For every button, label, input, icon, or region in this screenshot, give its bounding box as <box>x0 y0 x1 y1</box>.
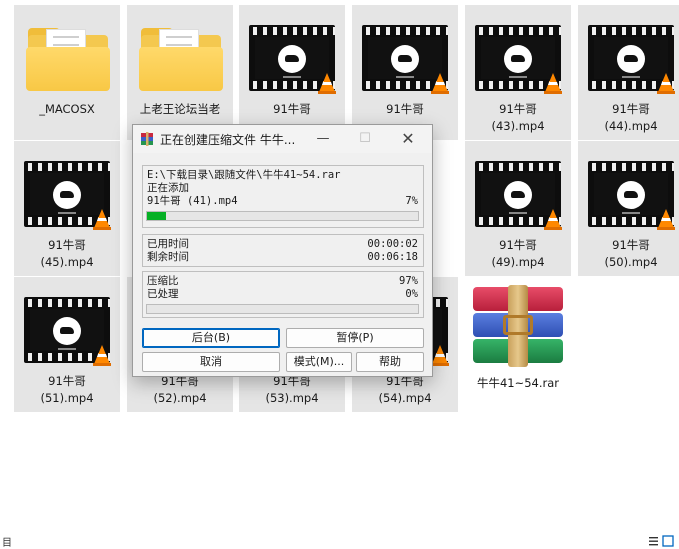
dialog-title: 正在创建压缩文件 牛牛... <box>160 133 296 147</box>
video-thumbnail-icon <box>475 161 562 230</box>
video-thumbnail-icon <box>588 161 675 230</box>
vlc-cone-icon <box>93 345 111 366</box>
total-progress-bar <box>146 304 419 314</box>
folder-item[interactable]: 上老王论坛当老 <box>127 5 233 140</box>
video-file-item[interactable]: 91牛哥 <box>239 5 345 140</box>
folder-item[interactable]: _MACOSX <box>14 5 120 140</box>
winrar-app-icon <box>141 132 153 146</box>
video-thumbnail-icon <box>24 161 111 230</box>
file-name: 91牛哥 (50).mp4 <box>604 238 658 269</box>
vlc-cone-icon <box>544 209 562 230</box>
video-thumbnail-icon <box>249 25 336 94</box>
vlc-cone-icon <box>93 209 111 230</box>
archive-path: E:\下载目录\跟随文件\牛牛41~54.rar <box>147 169 341 181</box>
file-name: 91牛哥 <box>273 102 311 116</box>
ratio-label: 压缩比 <box>147 275 179 287</box>
vlc-cone-icon <box>318 73 336 94</box>
vlc-cone-icon <box>657 209 675 230</box>
large-icons-view-icon <box>662 535 674 547</box>
file-name: 91牛哥 (52).mp4 <box>153 374 207 405</box>
video-file-item[interactable]: 91牛哥 (45).mp4 <box>14 141 120 276</box>
folder-icon <box>137 25 223 91</box>
file-name: 91牛哥 (51).mp4 <box>40 374 94 405</box>
vlc-cone-icon <box>657 73 675 94</box>
details-view-icon <box>649 537 658 546</box>
current-file-percent: 7% <box>405 195 418 207</box>
minimize-button[interactable]: — <box>303 125 343 153</box>
video-file-item[interactable]: 91牛哥 (49).mp4 <box>465 141 571 276</box>
file-name: 91牛哥 (53).mp4 <box>265 374 319 405</box>
current-file-name: 91牛哥 (41).mp4 <box>147 195 238 207</box>
current-file-progress-bar <box>146 211 419 221</box>
rar-file-name[interactable]: 牛牛41~54.rar <box>470 375 566 391</box>
view-toggle-icons[interactable] <box>649 535 675 547</box>
maximize-button[interactable]: ☐ <box>345 125 385 153</box>
video-file-item[interactable]: 91牛哥 (44).mp4 <box>578 5 679 140</box>
video-file-item[interactable]: 91牛哥 <box>352 5 458 140</box>
file-name: _MACOSX <box>39 102 95 116</box>
ratio-value: 97% <box>399 275 418 287</box>
status-text: 正在添加 <box>147 182 189 194</box>
remaining-label: 剩余时间 <box>147 251 189 263</box>
current-file-progress-fill <box>147 212 166 220</box>
vlc-cone-icon <box>431 73 449 94</box>
elapsed-value: 00:00:02 <box>367 238 418 250</box>
dialog-titlebar[interactable]: 正在创建压缩文件 牛牛... — ☐ ✕ <box>133 125 432 153</box>
status-bar-text: 目 <box>2 538 12 549</box>
video-thumbnail-icon <box>475 25 562 94</box>
file-name: 91牛哥 (49).mp4 <box>491 238 545 269</box>
video-file-item[interactable]: 91牛哥 (50).mp4 <box>578 141 679 276</box>
elapsed-label: 已用时间 <box>147 238 189 250</box>
vlc-cone-icon <box>544 73 562 94</box>
folder-icon <box>24 25 110 91</box>
cancel-button[interactable]: 取消 <box>142 352 280 372</box>
processed-value: 0% <box>405 288 418 300</box>
file-name: 91牛哥 (44).mp4 <box>604 102 658 133</box>
time-panel: 已用时间 00:00:02 剩余时间 00:06:18 <box>142 234 424 267</box>
file-name: 91牛哥 (54).mp4 <box>378 374 432 405</box>
file-name: 91牛哥 (43).mp4 <box>491 102 545 133</box>
file-name: 上老王论坛当老 <box>139 102 221 116</box>
pause-button[interactable]: 暂停(P) <box>286 328 424 348</box>
ratio-panel: 压缩比 97% 已处理 0% <box>142 271 424 318</box>
file-name: 91牛哥 <box>386 102 424 116</box>
mode-button[interactable]: 模式(M)... <box>286 352 352 372</box>
winrar-archive-icon[interactable] <box>470 285 566 367</box>
help-button[interactable]: 帮助 <box>356 352 424 372</box>
file-name: 91牛哥 (45).mp4 <box>40 238 94 269</box>
video-thumbnail-icon <box>362 25 449 94</box>
video-thumbnail-icon <box>588 25 675 94</box>
video-file-item[interactable]: 91牛哥 (43).mp4 <box>465 5 571 140</box>
video-file-item[interactable]: 91牛哥 (51).mp4 <box>14 277 120 412</box>
video-thumbnail-icon <box>24 297 111 366</box>
winrar-progress-dialog: 正在创建压缩文件 牛牛... — ☐ ✕ E:\下载目录\跟随文件\牛牛41~5… <box>132 124 433 377</box>
close-button[interactable]: ✕ <box>388 125 428 153</box>
background-button[interactable]: 后台(B) <box>142 328 280 348</box>
current-file-panel: E:\下载目录\跟随文件\牛牛41~54.rar 正在添加 91牛哥 (41).… <box>142 165 424 228</box>
remaining-value: 00:06:18 <box>367 251 418 263</box>
processed-label: 已处理 <box>147 288 179 300</box>
